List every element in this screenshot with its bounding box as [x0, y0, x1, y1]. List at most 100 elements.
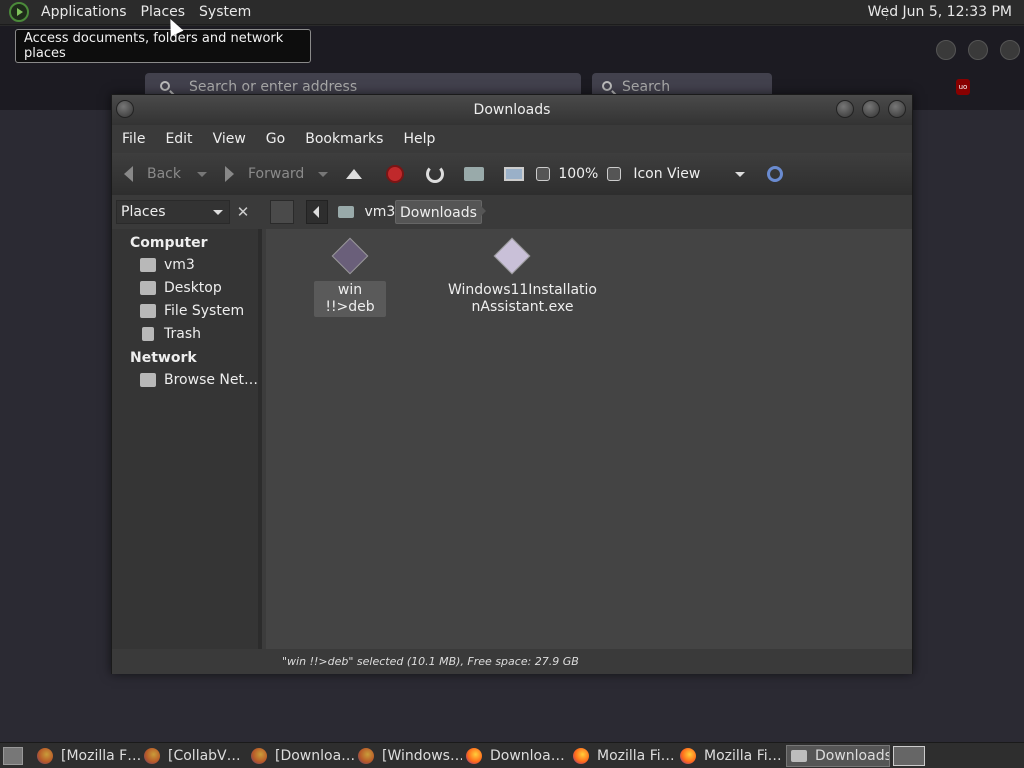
sidebar-heading-computer: Computer — [130, 235, 208, 251]
taskbar-item[interactable]: Mozilla Fi… — [680, 745, 784, 767]
taskbar-item-label: [Windows… — [382, 748, 462, 764]
applications-logo-icon[interactable] — [9, 2, 29, 22]
close-icon[interactable] — [888, 100, 906, 118]
sidebar-selector-value: Places — [121, 204, 166, 220]
file-icon — [493, 237, 531, 275]
forward-label: Forward — [248, 166, 305, 182]
taskbar-item[interactable]: [Mozilla F… — [37, 745, 141, 767]
sidebar-item-trash[interactable]: Trash — [140, 324, 201, 344]
stop-icon[interactable] — [386, 165, 405, 183]
taskbar-item[interactable]: Downloads — [786, 745, 890, 767]
firefox-icon — [358, 748, 374, 764]
top-panel: Applications Places System Wed Jun 5, 12… — [0, 0, 1024, 25]
file-item[interactable]: win !!>deb — [314, 237, 386, 317]
close-icon[interactable] — [1000, 40, 1020, 60]
taskbar-item-label: Mozilla Fi… — [597, 748, 675, 764]
home-folder-icon — [140, 258, 156, 272]
breadcrumb-downloads[interactable]: Downloads — [395, 200, 482, 224]
maximize-icon[interactable] — [968, 40, 988, 60]
minimize-icon[interactable] — [836, 100, 854, 118]
menu-bookmarks[interactable]: Bookmarks — [295, 131, 393, 147]
breadcrumb-right-arrow[interactable] — [480, 205, 486, 217]
menu-go[interactable]: Go — [256, 131, 295, 147]
back-history-dropdown-icon[interactable] — [197, 171, 207, 177]
search-icon[interactable] — [767, 166, 784, 182]
window-menu-icon[interactable] — [116, 100, 134, 118]
taskbar-item-label: Mozilla Fi… — [704, 748, 782, 764]
taskbar-item[interactable]: [Downloa… — [251, 745, 355, 767]
taskbar-item[interactable]: [Windows… — [358, 745, 462, 767]
sidebar-item-file-system[interactable]: File System — [140, 301, 244, 321]
menu-system[interactable]: System — [192, 4, 258, 20]
breadcrumb-vm3-label: vm3 — [364, 204, 396, 220]
taskbar: [Mozilla F… [CollabV… [Downloa… [Windows… — [0, 742, 1024, 768]
back-button[interactable]: Back — [124, 166, 181, 182]
close-sidebar-icon[interactable]: ✕ — [232, 200, 254, 224]
sidebar-item-vm3[interactable]: vm3 — [140, 255, 195, 275]
chevron-down-icon — [213, 210, 223, 215]
taskbar-item[interactable]: Mozilla Fi… — [573, 745, 677, 767]
back-label: Back — [147, 166, 181, 182]
url-placeholder: Search or enter address — [189, 79, 358, 95]
edit-location-icon[interactable] — [270, 200, 294, 224]
status-bar: "win !!>deb" selected (10.1 MB), Free sp… — [112, 649, 912, 674]
maximize-icon[interactable] — [862, 100, 880, 118]
taskbar-item[interactable]: [CollabV… — [144, 745, 248, 767]
home-icon[interactable] — [464, 167, 485, 181]
forward-button[interactable]: Forward — [225, 166, 304, 182]
places-sidebar: Computer vm3 Desktop File System Trash N… — [112, 229, 262, 649]
taskbar-item-label: Downloads — [815, 748, 890, 764]
window-title: Downloads — [473, 102, 551, 118]
breadcrumb-vm3[interactable]: vm3 — [334, 200, 399, 224]
firefox-icon — [573, 748, 589, 764]
sidebar-item-desktop[interactable]: Desktop — [140, 278, 222, 298]
taskbar-item-label: [Mozilla F… — [61, 748, 141, 764]
chevron-left-icon — [313, 206, 319, 218]
menu-help[interactable]: Help — [393, 131, 445, 147]
firefox-icon — [251, 748, 267, 764]
firefox-icon — [37, 748, 53, 764]
firefox-icon — [144, 748, 160, 764]
computer-icon[interactable] — [504, 167, 525, 181]
show-desktop-icon[interactable] — [3, 747, 23, 765]
file-manager-window: Downloads File Edit View Go Bookmarks He… — [111, 94, 913, 674]
file-name: Windows11Installatio nAssistant.exe — [448, 282, 597, 315]
breadcrumb-left-arrow[interactable] — [306, 200, 328, 224]
ublock-icon[interactable]: uo — [956, 79, 970, 95]
zoom-out-icon[interactable] — [536, 167, 551, 181]
zoom-level: 100% — [558, 166, 599, 182]
sidebar-item-browse-network[interactable]: Browse Net… — [140, 370, 258, 390]
drive-icon — [140, 304, 156, 318]
location-bar: Places ✕ vm3 Downloads — [112, 195, 912, 229]
search-placeholder: Search — [622, 79, 671, 95]
file-view[interactable]: win !!>deb Windows11Installatio nAssista… — [266, 229, 912, 649]
file-icon — [331, 237, 369, 275]
forward-history-dropdown-icon[interactable] — [318, 171, 329, 177]
network-icon — [140, 373, 156, 387]
menu-view[interactable]: View — [203, 131, 256, 147]
clock[interactable]: Wed Jun 5, 12:33 PM — [868, 4, 1012, 20]
sidebar-item-label: Desktop — [164, 280, 222, 296]
menu-applications[interactable]: Applications — [34, 4, 134, 20]
menu-edit[interactable]: Edit — [155, 131, 202, 147]
up-icon[interactable] — [346, 169, 363, 179]
taskbar-item-label: Downloa… — [490, 748, 565, 764]
search-icon — [160, 81, 170, 91]
window-titlebar[interactable]: Downloads — [112, 95, 912, 125]
view-mode-select[interactable]: Icon View — [633, 166, 700, 182]
taskbar-item-label: [Downloa… — [275, 748, 355, 764]
folder-icon — [791, 750, 807, 762]
taskbar-item[interactable]: Downloa… — [466, 745, 570, 767]
view-mode-dropdown-icon[interactable] — [735, 171, 746, 177]
workspace-switcher[interactable] — [893, 746, 925, 766]
menu-file[interactable]: File — [112, 131, 155, 147]
menu-places[interactable]: Places — [134, 4, 193, 20]
minimize-icon[interactable] — [936, 40, 956, 60]
reload-icon[interactable] — [426, 165, 445, 183]
trash-icon — [142, 327, 154, 341]
file-item[interactable]: Windows11Installatio nAssistant.exe — [444, 237, 597, 317]
sidebar-item-label: vm3 — [164, 257, 195, 273]
zoom-in-icon[interactable] — [607, 167, 622, 181]
desktop-icon — [140, 281, 156, 295]
sidebar-selector[interactable]: Places — [116, 200, 230, 224]
